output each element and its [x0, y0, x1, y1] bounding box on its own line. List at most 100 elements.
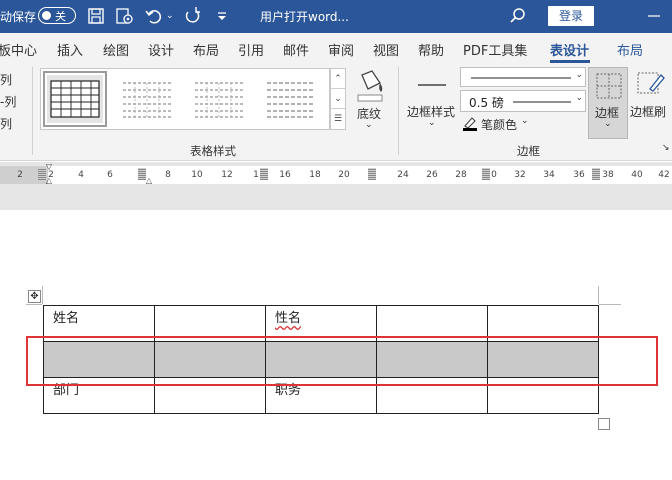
shading-dropdown-icon[interactable]: ⌄ [365, 120, 373, 130]
tab-review[interactable]: 审阅 [328, 40, 354, 59]
ruler-tick: 8 [165, 170, 171, 180]
ruler-tick: 24 [397, 170, 409, 180]
ruler-column-marker[interactable] [260, 168, 268, 180]
style-option-first-column[interactable]: 列 [0, 71, 12, 88]
page-settings-icon[interactable] [114, 6, 134, 26]
ruler-tick: 26 [426, 170, 438, 180]
ruler-tick: 6 [107, 170, 113, 180]
tab-help[interactable]: 帮助 [418, 40, 444, 59]
crop-mark [42, 286, 43, 304]
redo-icon[interactable] [182, 6, 202, 26]
search-icon[interactable] [508, 6, 528, 26]
customize-toolbar-icon[interactable] [212, 6, 232, 26]
ruler-tick: 42 [658, 170, 670, 180]
save-icon[interactable] [86, 6, 106, 26]
ruler-tick: 36 [573, 170, 585, 180]
ribbon-tabs: 板中心 插入 绘图 设计 布局 引用 邮件 审阅 视图 帮助 PDF工具集 表设… [0, 33, 672, 63]
line-style-preview [471, 77, 571, 79]
horizontal-ruler: 2 ▽ △ 2 4 6 △ 8 10 12 1 16 18 20 24 26 2… [0, 162, 672, 188]
borders-grid-icon [596, 73, 622, 99]
chevron-down-icon: ⌄ [575, 93, 583, 103]
ruler-column-marker[interactable] [482, 168, 490, 180]
crop-mark [598, 286, 599, 304]
style-option-last-column[interactable]: -列 [0, 93, 16, 110]
login-button[interactable]: 登录 [548, 6, 594, 26]
table-style-dashed-2[interactable] [191, 75, 247, 123]
ruler-right-indent-icon[interactable]: △ [146, 176, 152, 185]
borders-dialog-launcher-icon[interactable]: ↘ [662, 143, 670, 153]
style-option-banded-columns[interactable]: 列 [0, 115, 12, 132]
table-style-grid[interactable] [43, 71, 107, 127]
tab-table-layout[interactable]: 布局 [617, 40, 643, 59]
line-style-select[interactable]: ⌄ [460, 67, 586, 87]
line-weight-preview [513, 101, 571, 103]
ruler-tick: 0 [491, 170, 497, 180]
ruler-tick: 12 [221, 170, 233, 180]
undo-dropdown-icon[interactable]: ⌄ [166, 11, 174, 21]
borders-button[interactable]: 边框 ⌄ [588, 67, 628, 139]
minimize-icon[interactable] [644, 6, 664, 26]
ruler-tick: 40 [631, 170, 643, 180]
tab-layout[interactable]: 布局 [193, 40, 219, 59]
gallery-scrollbar: ⌃ ⌄ ☰ [330, 68, 346, 130]
ruler-tick: 32 [514, 170, 526, 180]
autosave-state: 关 [55, 10, 66, 23]
table-styles-gallery [40, 68, 330, 130]
tab-table-design[interactable]: 表设计 [550, 40, 589, 59]
ruler-tick: 38 [602, 170, 614, 180]
autosave-label: 动保存 [0, 10, 37, 24]
tab-draw[interactable]: 绘图 [103, 40, 129, 59]
table-styles-group-label: 表格样式 [190, 144, 236, 158]
group-separator [32, 67, 33, 155]
autosave-toggle[interactable]: 关 [38, 7, 76, 24]
undo-icon[interactable] [144, 6, 164, 26]
crop-mark [599, 304, 621, 305]
tab-design[interactable]: 设计 [148, 40, 174, 59]
ruler-tick: 34 [543, 170, 555, 180]
group-separator [398, 67, 399, 155]
ruler-column-marker[interactable] [138, 168, 146, 180]
table-move-handle-icon[interactable]: ✥ [28, 290, 41, 303]
line-weight-value: 0.5 磅 [469, 96, 504, 110]
tab-references[interactable]: 引用 [238, 40, 264, 59]
tab-insert[interactable]: 插入 [57, 40, 83, 59]
document-title: 用户打开word... [260, 10, 349, 24]
ruler-tick: 28 [455, 170, 467, 180]
gallery-scroll-up-icon[interactable]: ⌃ [331, 69, 345, 89]
ruler-column-marker[interactable] [592, 168, 600, 180]
ruler-tick: 1 [253, 170, 259, 180]
border-painter-icon[interactable] [636, 69, 666, 99]
highlight-box [26, 336, 658, 386]
ruler-column-marker[interactable] [368, 168, 376, 180]
ruler-tick: 2 [17, 170, 23, 180]
gallery-expand-icon[interactable]: ☰ [331, 109, 345, 129]
tab-mailings[interactable]: 邮件 [283, 40, 309, 59]
crop-mark [26, 304, 42, 305]
document-background [0, 188, 672, 210]
tab-home[interactable]: 板中心 [0, 40, 37, 59]
borders-group-label: 边框 [517, 144, 540, 158]
border-styles-icon[interactable] [416, 71, 448, 101]
borders-dropdown-icon: ⌄ [604, 119, 612, 129]
tab-pdf-tools[interactable]: PDF工具集 [463, 40, 527, 59]
ruler-tick: 10 [191, 170, 203, 180]
gallery-scroll-down-icon[interactable]: ⌄ [331, 89, 345, 109]
table-style-dashed-1[interactable] [119, 75, 175, 123]
ruler-tick: 4 [78, 170, 84, 180]
ribbon-panel: 列 -列 列 ⌃ ⌄ ☰ 底纹 ⌄ 边框样式 ⌄ ⌄ 0.5 磅 ⌄ 笔颜色 ⌄… [0, 63, 672, 161]
border-styles-dropdown-icon[interactable]: ⌄ [428, 118, 436, 128]
ruler-column-marker[interactable] [38, 168, 46, 180]
table-resize-handle[interactable] [598, 418, 610, 430]
pen-color-label[interactable]: 笔颜色 [481, 116, 517, 133]
pen-color-dropdown-icon[interactable]: ⌄ [521, 116, 529, 126]
border-painter-label[interactable]: 边框刷 [630, 103, 666, 120]
ruler-tick: 20 [338, 170, 350, 180]
ruler-tick: 16 [279, 170, 291, 180]
line-weight-select[interactable]: 0.5 磅 ⌄ [460, 90, 586, 112]
pen-color-icon[interactable] [462, 115, 478, 131]
tab-view[interactable]: 视图 [373, 40, 399, 59]
title-bar: 动保存 关 ⌄ 用户打开word... 登录 [0, 0, 672, 33]
shading-bucket-icon[interactable] [354, 67, 386, 103]
ruler-tick: 2 [48, 170, 54, 180]
table-style-dashed-3[interactable] [263, 75, 319, 123]
